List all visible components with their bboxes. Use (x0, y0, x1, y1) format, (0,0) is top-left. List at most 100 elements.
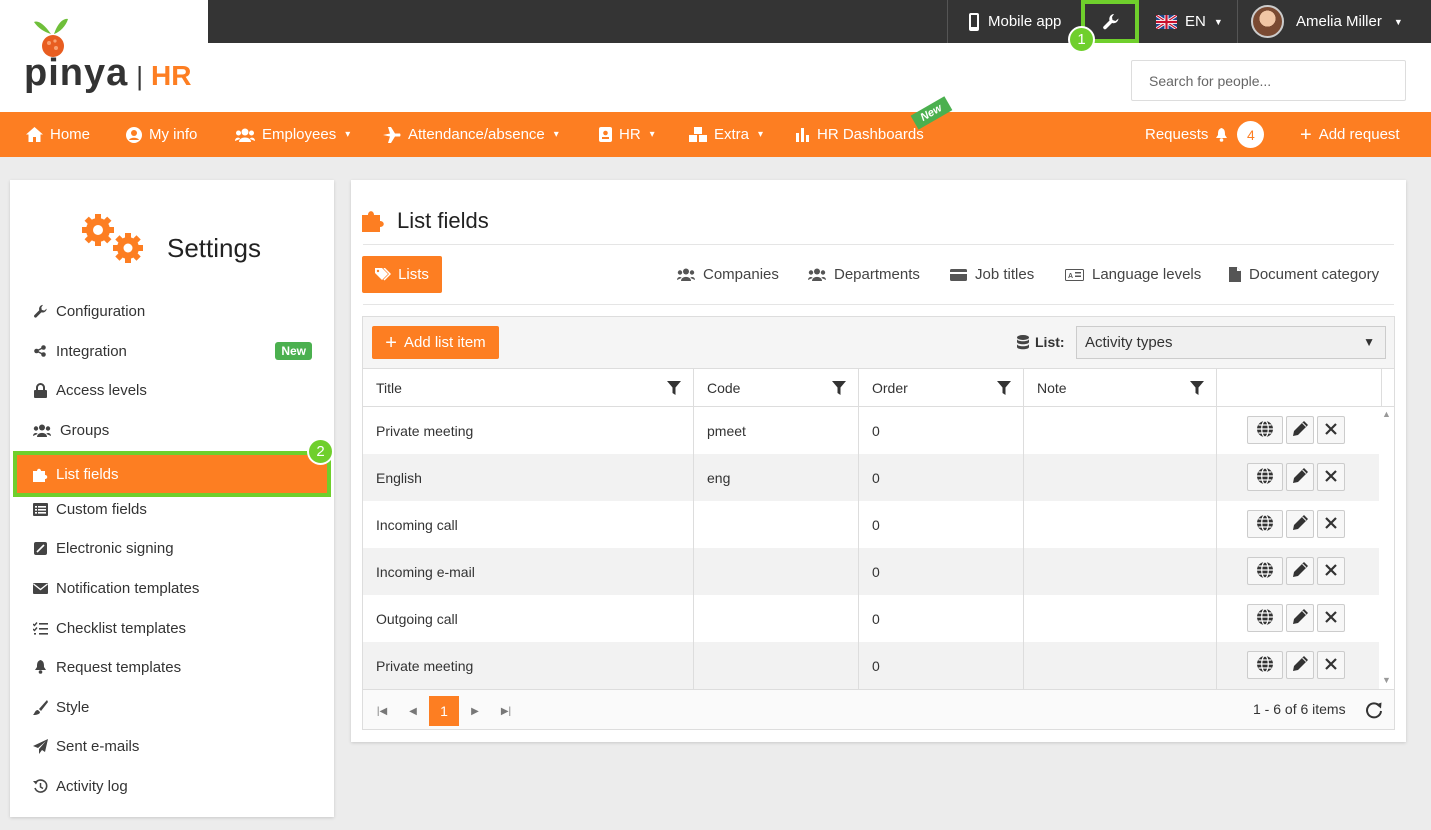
sidebar-item-notification-templates[interactable]: Notification templates (32, 569, 322, 607)
nav-attendance[interactable]: Attendance/absence ▾ (383, 112, 559, 157)
last-page-button[interactable]: ▶| (491, 696, 521, 726)
translate-button[interactable] (1247, 651, 1283, 679)
sidebar-item-access-levels[interactable]: Access levels (32, 371, 322, 409)
translate-button[interactable] (1247, 604, 1283, 632)
column-header-code[interactable]: Code (694, 369, 859, 407)
table-row[interactable]: Outgoing call 0 (363, 595, 1379, 642)
refresh-icon[interactable] (1365, 701, 1383, 724)
tab-document-category[interactable]: Document category (1229, 256, 1379, 293)
page-number-button[interactable]: 1 (429, 696, 459, 726)
delete-button[interactable] (1317, 604, 1345, 632)
tab-language-levels[interactable]: A Language levels (1065, 256, 1201, 293)
sidebar-item-list-fields[interactable]: List fields (13, 451, 331, 497)
sidebar-item-sent-emails[interactable]: Sent e-mails (32, 727, 322, 765)
first-page-button[interactable]: |◀ (367, 696, 397, 726)
sidebar-item-request-templates[interactable]: Request templates (32, 648, 322, 686)
sidebar-item-groups[interactable]: Groups (32, 411, 322, 449)
lists-tab-button[interactable]: Lists (362, 256, 442, 293)
filter-icon[interactable] (832, 381, 846, 398)
delete-button[interactable] (1317, 416, 1345, 444)
envelope-icon (32, 582, 48, 594)
filter-icon[interactable] (997, 381, 1011, 398)
translate-button[interactable] (1247, 557, 1283, 585)
sidebar-item-custom-fields[interactable]: Custom fields (32, 490, 322, 528)
table-row[interactable]: Private meeting 0 (363, 642, 1379, 689)
translate-button[interactable] (1247, 416, 1283, 444)
tab-job-titles[interactable]: Job titles (950, 256, 1034, 293)
sidebar-item-integration[interactable]: Integration New (32, 332, 312, 370)
cell-note (1024, 454, 1217, 501)
language-dropdown[interactable]: EN ▼ (1139, 0, 1237, 43)
logo-area: pinya | HR (0, 0, 208, 112)
row-actions (1217, 407, 1379, 454)
sidebar-item-configuration[interactable]: Configuration (32, 292, 322, 330)
cubes-icon (689, 126, 707, 143)
delete-button[interactable] (1317, 651, 1345, 679)
nav-hr-dashboards[interactable]: HR Dashboards (796, 112, 924, 157)
nav-employees[interactable]: Employees ▾ (235, 112, 350, 157)
add-list-item-button[interactable]: + Add list item (372, 326, 499, 359)
nav-my-info[interactable]: My info (126, 112, 197, 157)
requests-button[interactable]: Requests 4 (1145, 112, 1265, 157)
mobile-app-button[interactable]: Mobile app (947, 0, 1081, 43)
prev-page-button[interactable]: ◀ (398, 696, 428, 726)
settings-sidebar: Settings Configuration Integration New A… (10, 180, 334, 817)
table-row[interactable]: English eng 0 (363, 454, 1379, 501)
cell-order: 0 (859, 501, 1024, 548)
delete-button[interactable] (1317, 557, 1345, 585)
edit-button[interactable] (1286, 510, 1314, 538)
row-actions (1217, 642, 1379, 689)
id-badge-icon (599, 127, 612, 142)
sidebar-item-checklist-templates[interactable]: Checklist templates (32, 609, 322, 647)
edit-button[interactable] (1286, 651, 1314, 679)
edit-button[interactable] (1286, 463, 1314, 491)
translate-button[interactable] (1247, 510, 1283, 538)
logo-suffix: HR (151, 60, 192, 91)
nav-home[interactable]: Home (26, 112, 90, 157)
grid-header: Title Code Order Note (363, 369, 1394, 407)
sidebar-item-style[interactable]: Style (32, 688, 322, 726)
scroll-down-icon[interactable]: ▼ (1382, 675, 1391, 685)
sidebar-item-electronic-signing[interactable]: Electronic signing (32, 529, 322, 567)
sidebar-item-label: Style (56, 698, 90, 716)
table-row[interactable]: Incoming call 0 (363, 501, 1379, 548)
scroll-up-icon[interactable]: ▲ (1382, 409, 1391, 419)
cell-order: 0 (859, 454, 1024, 501)
search-input[interactable] (1131, 60, 1406, 101)
filter-icon[interactable] (1190, 381, 1204, 398)
column-header-note[interactable]: Note (1024, 369, 1217, 407)
next-page-button[interactable]: ▶ (460, 696, 490, 726)
cell-title: Incoming e-mail (363, 548, 694, 595)
signature-icon (32, 541, 48, 555)
list-select-label: List: (1017, 334, 1065, 350)
cell-title: Private meeting (363, 642, 694, 689)
nav-extra[interactable]: Extra ▾ (689, 112, 763, 157)
user-menu[interactable]: Amelia Miller ▼ (1237, 0, 1421, 43)
column-header-order[interactable]: Order (859, 369, 1024, 407)
cell-title-text: Private meeting (376, 422, 474, 439)
edit-button[interactable] (1286, 557, 1314, 585)
vertical-scrollbar[interactable]: ▲ ▼ (1379, 407, 1394, 689)
delete-button[interactable] (1317, 510, 1345, 538)
add-request-button[interactable]: + Add request (1300, 112, 1400, 157)
logo-separator: | (136, 61, 144, 91)
tab-departments[interactable]: Departments (808, 256, 920, 293)
sidebar-item-activity-log[interactable]: Activity log (32, 767, 322, 805)
logo-text[interactable]: pinya | HR (24, 52, 191, 95)
list-select[interactable]: Activity types ▼ (1076, 326, 1386, 359)
plane-icon (383, 126, 401, 143)
edit-button[interactable] (1286, 604, 1314, 632)
nav-hr[interactable]: HR ▾ (599, 112, 655, 157)
pencil-icon (1292, 609, 1308, 627)
translate-button[interactable] (1247, 463, 1283, 491)
table-row[interactable]: Incoming e-mail 0 (363, 548, 1379, 595)
nav-hr-label: HR (619, 126, 641, 143)
edit-button[interactable] (1286, 416, 1314, 444)
table-row[interactable]: Private meeting pmeet 0 (363, 407, 1379, 454)
column-header-title[interactable]: Title (363, 369, 694, 407)
delete-button[interactable] (1317, 463, 1345, 491)
tab-companies[interactable]: Companies (677, 256, 779, 293)
cell-code: eng (694, 454, 859, 501)
grid-pager: |◀ ◀ 1 ▶ ▶| 1 - 6 of 6 items (363, 689, 1394, 729)
filter-icon[interactable] (667, 381, 681, 398)
